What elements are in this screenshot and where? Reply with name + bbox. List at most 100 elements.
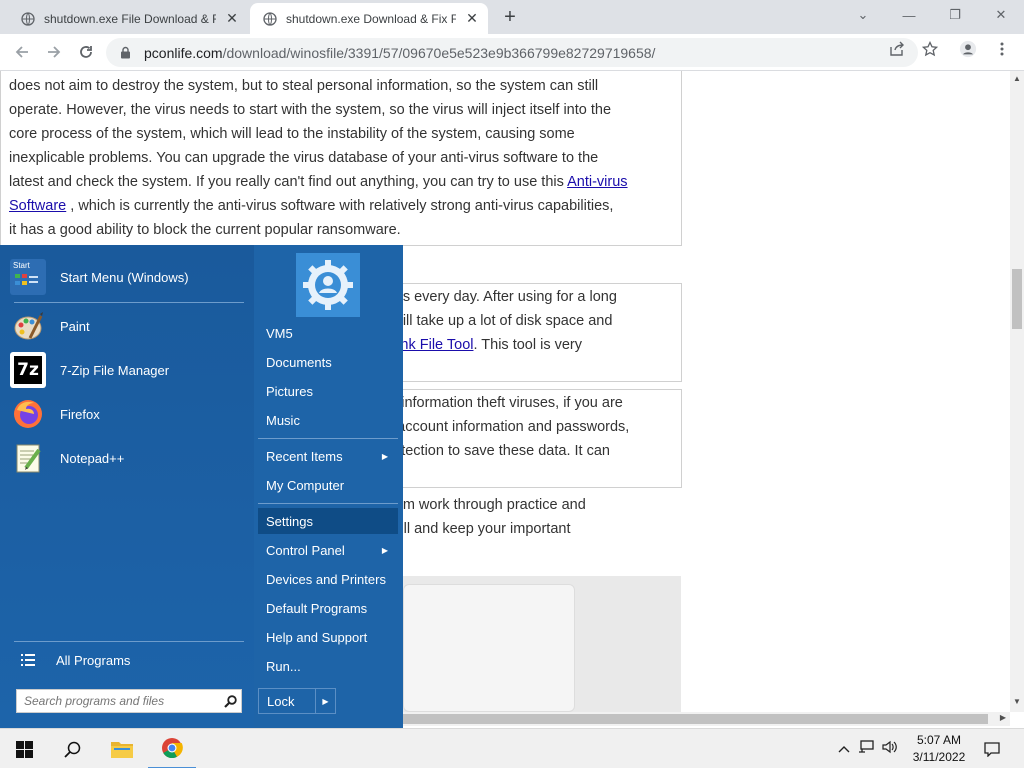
network-icon[interactable]: [858, 739, 874, 759]
scroll-up-arrow-icon[interactable]: ▲: [1013, 74, 1021, 83]
start-search-box[interactable]: [16, 689, 242, 713]
places-my-computer[interactable]: My Computer: [258, 472, 398, 498]
forward-button[interactable]: [42, 40, 66, 64]
reload-icon: [80, 46, 92, 58]
address-bar[interactable]: pconlife.com/download/winosfile/3391/57/…: [106, 38, 918, 67]
article-image: [403, 576, 681, 712]
text-line: y files every day. After using for a lon…: [373, 289, 617, 305]
text-line: l protection to save these data. It can: [373, 443, 610, 459]
firefox-icon: [10, 396, 46, 432]
tab-shutdown-download-fix[interactable]: shutdown.exe Download & Fix Fi ✕: [250, 3, 488, 34]
program-7zip-file-manager[interactable]: 7z 7-Zip File Manager: [10, 349, 246, 391]
scrollbar-thumb[interactable]: [1012, 269, 1022, 329]
program-firefox[interactable]: Firefox: [10, 393, 246, 435]
close-tab-icon[interactable]: ✕: [464, 10, 480, 27]
text-line: core process of the system, which will l…: [9, 126, 575, 142]
scroll-down-arrow-icon[interactable]: ▼: [1013, 697, 1021, 706]
start-menu-icon: Start: [10, 259, 46, 295]
new-tab-button[interactable]: +: [498, 5, 522, 29]
text-line: and information theft viruses, if you ar…: [373, 395, 623, 411]
scroll-right-arrow-icon[interactable]: ▶: [1000, 713, 1006, 722]
search-icon: [63, 741, 80, 758]
places-user-folder[interactable]: VM5: [258, 320, 398, 346]
program-label: Notepad++: [60, 450, 125, 466]
volume-icon[interactable]: [882, 740, 898, 759]
program-notepadpp[interactable]: Notepad++: [10, 437, 246, 479]
text-line: it has a good ability to block the curre…: [9, 222, 401, 238]
program-label: Paint: [60, 318, 90, 334]
bookmark-star-icon[interactable]: [921, 40, 939, 58]
submenu-arrow-icon: ▶: [381, 545, 388, 555]
antivirus-software-link[interactable]: Software: [9, 198, 66, 214]
tab-strip: shutdown.exe File Download & F ✕ shutdow…: [0, 0, 1024, 34]
text-line: es will take up a lot of disk space and: [373, 313, 613, 329]
places-control-panel[interactable]: Control Panel ▶: [258, 537, 398, 563]
places-pictures[interactable]: Pictures: [258, 378, 398, 404]
notification-icon: [984, 742, 1000, 757]
taskbar-clock[interactable]: 5:07 AM 3/11/2022: [906, 732, 972, 766]
text-line: n well and keep your important: [373, 521, 571, 537]
antivirus-software-link[interactable]: Anti-virus: [567, 174, 627, 190]
paint-icon: [10, 308, 46, 344]
places-settings[interactable]: Settings: [258, 508, 398, 534]
tab-search-icon[interactable]: ⌄: [840, 0, 886, 30]
places-documents[interactable]: Documents: [258, 349, 398, 375]
taskbar-chrome[interactable]: [148, 729, 196, 768]
program-paint[interactable]: Paint: [10, 305, 246, 347]
gear-user-icon: [303, 260, 353, 310]
tab-title: shutdown.exe File Download & F: [44, 11, 216, 26]
reload-button[interactable]: [74, 40, 98, 64]
power-options-arrow-icon[interactable]: ▶: [315, 689, 335, 713]
tab-title: shutdown.exe Download & Fix Fi: [286, 11, 456, 26]
list-icon: [14, 653, 42, 667]
start-menu-programs-pane: Start Start Menu (Windows) Paint 7z 7-Zi…: [0, 245, 254, 728]
program-label: 7-Zip File Manager: [60, 362, 170, 378]
taskbar-search-button[interactable]: [48, 729, 96, 768]
lock-icon[interactable]: [120, 46, 134, 59]
start-search-input[interactable]: [17, 690, 219, 712]
places-default-programs[interactable]: Default Programs: [258, 595, 398, 621]
forward-arrow-icon: [48, 46, 61, 58]
all-programs-button[interactable]: All Programs: [14, 649, 244, 671]
action-center-button[interactable]: [970, 729, 1014, 768]
separator: [258, 438, 398, 439]
restore-button[interactable]: ❐: [932, 0, 978, 30]
taskbar-file-explorer[interactable]: [98, 729, 146, 768]
globe-icon: [20, 11, 36, 27]
text-line: inexplicable problems. You can upgrade t…: [9, 150, 599, 166]
url-text: pconlife.com/download/winosfile/3391/57/…: [144, 45, 655, 61]
vertical-scrollbar[interactable]: ▲ ▼: [1010, 71, 1024, 712]
chrome-icon: [162, 738, 183, 759]
search-icon[interactable]: [219, 694, 241, 708]
tab-shutdown-file-download[interactable]: shutdown.exe File Download & F ✕: [8, 3, 248, 34]
horizontal-scrollbar[interactable]: ▶: [403, 712, 1010, 726]
program-start-menu-windows[interactable]: Start Start Menu (Windows): [10, 256, 246, 298]
lock-button[interactable]: Lock ▶: [258, 688, 336, 714]
program-label: Firefox: [60, 406, 100, 422]
text-line: latest and check the system. If you real…: [9, 174, 628, 190]
image-card: [403, 584, 575, 712]
profile-avatar-icon[interactable]: [959, 40, 977, 58]
more-menu-icon[interactable]: [993, 40, 1011, 58]
places-run[interactable]: Run...: [258, 653, 398, 679]
places-help-support[interactable]: Help and Support: [258, 624, 398, 650]
places-recent-items[interactable]: Recent Items ▶: [258, 443, 398, 469]
user-avatar[interactable]: [296, 253, 360, 317]
close-window-button[interactable]: ✕: [978, 0, 1024, 30]
article-paragraph: g-term work through practice and n well …: [373, 493, 586, 541]
show-hidden-icons-icon[interactable]: [838, 740, 850, 758]
window-controls: ⌄ — ❐ ✕: [840, 0, 1024, 30]
text-line: does not aim to destroy the system, but …: [9, 78, 599, 94]
windows-start-button[interactable]: [0, 729, 48, 768]
places-devices-printers[interactable]: Devices and Printers: [258, 566, 398, 592]
places-music[interactable]: Music: [258, 407, 398, 433]
share-icon[interactable]: [888, 40, 906, 58]
minimize-button[interactable]: —: [886, 0, 932, 30]
close-tab-icon[interactable]: ✕: [224, 10, 240, 27]
h-scrollbar-thumb[interactable]: [403, 714, 988, 724]
back-button[interactable]: [10, 40, 34, 64]
windows-logo-icon: [15, 740, 33, 758]
folder-icon: [111, 742, 133, 758]
globe-icon: [262, 11, 278, 27]
start-menu-places-pane: VM5 Documents Pictures Music Recent Item…: [254, 245, 403, 728]
